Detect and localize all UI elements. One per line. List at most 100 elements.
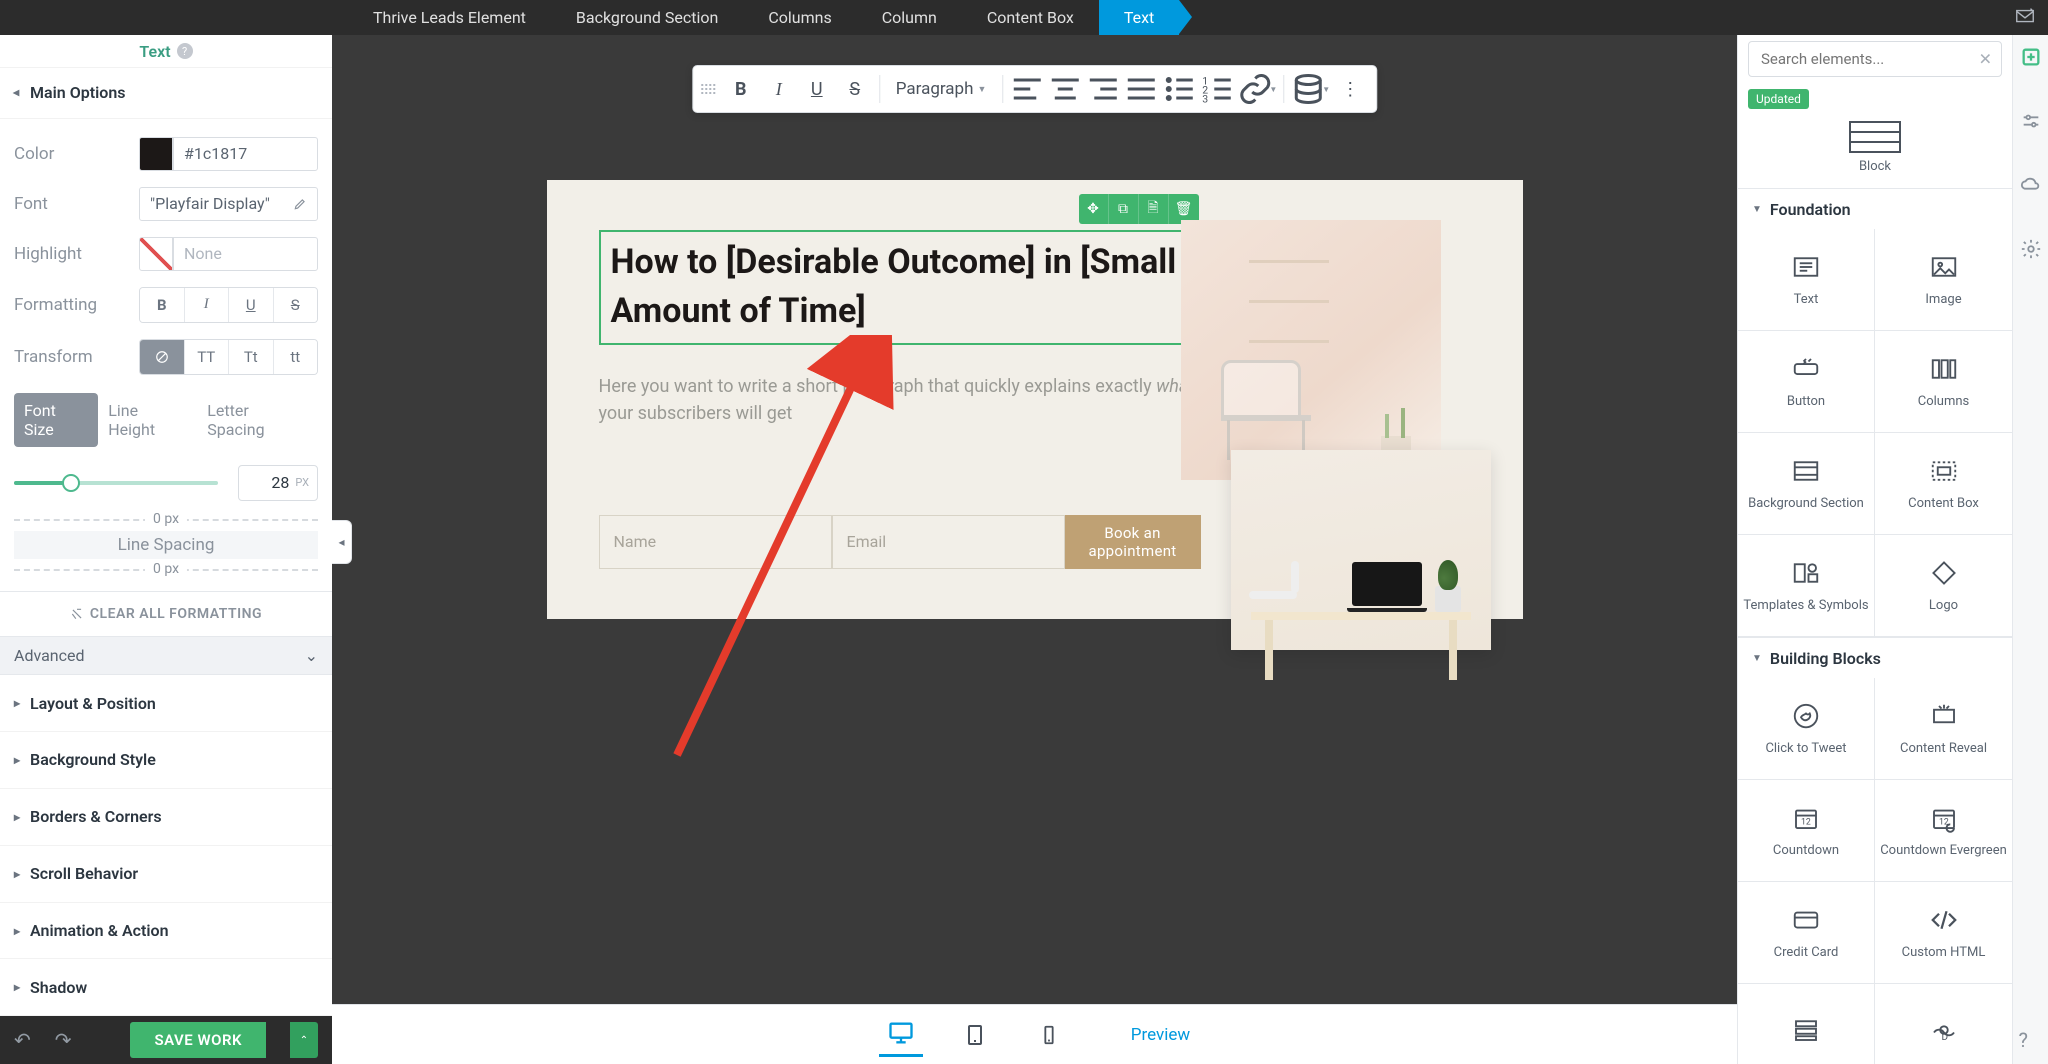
element-content-reveal[interactable]: Content Reveal (1875, 678, 2012, 780)
element-logo[interactable]: Logo (1875, 535, 2012, 637)
cta-button[interactable]: Book an appointment (1065, 515, 1201, 569)
element-columns[interactable]: Columns (1875, 331, 2012, 433)
transform-capitalize-button[interactable]: Tt (229, 340, 274, 374)
font-label: Font (14, 194, 139, 214)
subheadline[interactable]: Here you want to write a short paragraph… (599, 373, 1201, 427)
advanced-toggle[interactable]: Advanced ⌄ (0, 637, 332, 676)
tb-align-center-button[interactable] (1047, 71, 1083, 107)
device-mobile-button[interactable] (1027, 1013, 1071, 1057)
gear-icon[interactable] (2019, 237, 2043, 261)
accordion-background-style[interactable]: ▸Background Style (0, 732, 332, 789)
add-element-icon[interactable] (2019, 45, 2043, 69)
slider-thumb[interactable] (62, 474, 80, 492)
preview-link[interactable]: Preview (1131, 1025, 1190, 1045)
main-options-header[interactable]: ▾ Main Options (0, 68, 332, 118)
element-placeholder-2[interactable]: D (1875, 984, 2012, 1064)
tb-more-button[interactable]: ⋮ (1332, 71, 1368, 107)
color-input[interactable]: #1c1817 (173, 137, 318, 171)
element-placeholder-1[interactable] (1738, 984, 1875, 1064)
text-toolbar: B I U S Paragraph▼ 123 ▼ ▼ ⋮ (692, 65, 1377, 113)
transform-upper-button[interactable]: TT (185, 340, 230, 374)
close-icon[interactable]: ✕ (1979, 50, 1992, 69)
tb-underline-button[interactable]: U (799, 71, 835, 107)
breadcrumb-thrive-leads[interactable]: Thrive Leads Element (348, 0, 551, 35)
breadcrumb-columns[interactable]: Columns (743, 0, 856, 35)
tab-letter-spacing[interactable]: Letter Spacing (197, 393, 318, 447)
accordion-shadow[interactable]: ▸Shadow (0, 959, 332, 1016)
save-dropdown[interactable]: ⌃ (290, 1022, 318, 1058)
undo-button[interactable]: ↶ (14, 1028, 31, 1052)
name-field[interactable] (599, 515, 832, 569)
underline-button[interactable]: U (229, 288, 274, 322)
redo-button[interactable]: ↷ (55, 1028, 72, 1052)
clear-formatting-button[interactable]: CLEAR ALL FORMATTING (0, 591, 332, 637)
element-countdown[interactable]: 12Countdown (1738, 780, 1875, 882)
highlight-swatch[interactable] (139, 237, 173, 271)
highlight-input[interactable]: None (173, 237, 318, 271)
element-templates-symbols[interactable]: Templates & Symbols (1738, 535, 1875, 637)
tb-ordered-list-button[interactable]: 123 (1199, 71, 1235, 107)
transform-lower-button[interactable]: tt (274, 340, 318, 374)
italic-button[interactable]: I (185, 288, 230, 322)
duplicate-icon[interactable]: ⧉ (1109, 194, 1139, 224)
building-blocks-header[interactable]: ▼Building Blocks (1738, 638, 2012, 678)
device-tablet-button[interactable] (953, 1013, 997, 1057)
device-desktop-button[interactable] (879, 1013, 923, 1057)
breadcrumb-background-section[interactable]: Background Section (551, 0, 743, 35)
tb-link-button[interactable] (1237, 71, 1273, 107)
drag-handle-icon[interactable] (701, 84, 715, 94)
accordion-scroll-behavior[interactable]: ▸Scroll Behavior (0, 846, 332, 903)
foundation-header[interactable]: ▼Foundation (1738, 189, 2012, 229)
bold-button[interactable]: B (140, 288, 185, 322)
move-icon[interactable]: ✥ (1079, 194, 1109, 224)
breadcrumb-content-box[interactable]: Content Box (962, 0, 1099, 35)
font-value: "Playfair Display" (150, 194, 270, 213)
ban-icon (155, 350, 169, 364)
settings-sliders-icon[interactable] (2019, 109, 2043, 133)
tb-unordered-list-button[interactable] (1161, 71, 1197, 107)
collapse-left-sidebar[interactable]: ◂ (332, 520, 352, 564)
accordion-borders-corners[interactable]: ▸Borders & Corners (0, 789, 332, 846)
element-custom-html[interactable]: Custom HTML (1875, 882, 2012, 984)
save-symbol-icon[interactable]: 🗎 (1139, 194, 1169, 224)
cloud-icon[interactable] (2019, 173, 2043, 197)
font-size-input[interactable]: 28 PX (238, 465, 318, 501)
search-input[interactable] (1748, 41, 2002, 77)
element-text[interactable]: Text (1738, 229, 1875, 331)
email-field[interactable] (832, 515, 1065, 569)
strike-button[interactable]: S (274, 288, 318, 322)
element-click-to-tweet[interactable]: Click to Tweet (1738, 678, 1875, 780)
font-select[interactable]: "Playfair Display" (139, 187, 318, 221)
transform-none-button[interactable] (140, 340, 185, 374)
accordion-animation-action[interactable]: ▸Animation & Action (0, 903, 332, 960)
breadcrumb-column[interactable]: Column (857, 0, 962, 35)
tb-italic-button[interactable]: I (761, 71, 797, 107)
tb-align-justify-button[interactable] (1123, 71, 1159, 107)
svg-text:12: 12 (1801, 817, 1811, 827)
element-countdown-evergreen[interactable]: 12Countdown Evergreen (1875, 780, 2012, 882)
save-button[interactable]: SAVE WORK (130, 1022, 266, 1058)
accordion-layout-position[interactable]: ▸Layout & Position (0, 675, 332, 732)
help-icon[interactable]: ? (177, 43, 193, 59)
element-button[interactable]: Button (1738, 331, 1875, 433)
tb-paragraph-select[interactable]: Paragraph▼ (886, 79, 997, 99)
tb-align-left-button[interactable] (1009, 71, 1045, 107)
tb-database-button[interactable] (1290, 71, 1326, 107)
mail-icon[interactable] (2012, 5, 2038, 27)
clear-formatting-label: CLEAR ALL FORMATTING (90, 606, 262, 622)
element-credit-card[interactable]: Credit Card (1738, 882, 1875, 984)
breadcrumb-text[interactable]: Text (1099, 0, 1179, 35)
element-image[interactable]: Image (1875, 229, 2012, 331)
tab-line-height[interactable]: Line Height (98, 393, 197, 447)
selected-text-element[interactable]: ✥ ⧉ 🗎 🗑 How to [Desirable Outcome] in [S… (599, 230, 1201, 345)
tb-strike-button[interactable]: S (837, 71, 873, 107)
tab-font-size[interactable]: Font Size (14, 393, 98, 447)
help-icon[interactable]: ? (2019, 1028, 2043, 1052)
element-content-box[interactable]: Content Box (1875, 433, 2012, 535)
element-background-section[interactable]: Background Section (1738, 433, 1875, 535)
tb-align-right-button[interactable] (1085, 71, 1121, 107)
font-size-slider[interactable] (14, 481, 218, 485)
block-element[interactable]: Block (1738, 115, 2012, 188)
color-swatch[interactable] (139, 137, 173, 171)
tb-bold-button[interactable]: B (723, 71, 759, 107)
